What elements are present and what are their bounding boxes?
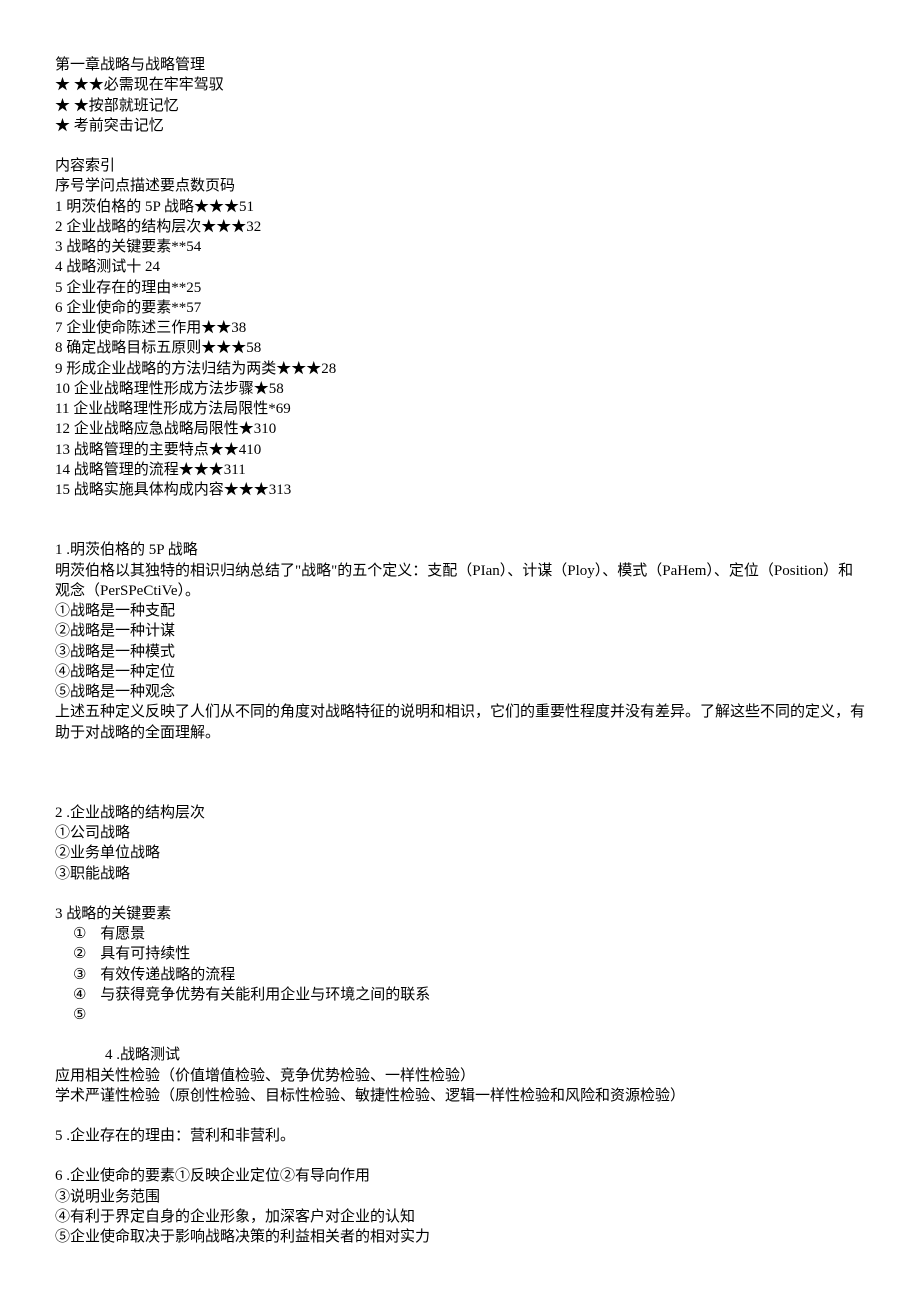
- section-1-title: 1 .明茨伯格的 5P 战略: [55, 540, 865, 560]
- index-row: 11 企业战略理性形成方法局限性*69: [55, 399, 865, 419]
- key-element: 有效传递战略的流程: [100, 965, 430, 985]
- legend-line: ★ ★★必需现在牢牢驾驭: [55, 75, 865, 95]
- section-1-item: ③战略是一种模式: [55, 642, 865, 662]
- section-6-line: ⑤企业使命取决于影响战略决策的利益相关者的相对实力: [55, 1227, 865, 1247]
- circled-number: ⑤: [73, 1005, 86, 1025]
- index-row: 3 战略的关键要素**54: [55, 237, 865, 257]
- section-2-title: 2 .企业战略的结构层次: [55, 803, 865, 823]
- index-header-row: 序号学问点描述要点数页码: [55, 176, 865, 196]
- section-5-line: 5 .企业存在的理由：营利和非营利。: [55, 1126, 865, 1146]
- index-row: 10 企业战略理性形成方法步骤★58: [55, 379, 865, 399]
- section-1-item: ①战略是一种支配: [55, 601, 865, 621]
- section-4-line: 应用相关性检验（价值增值检验、竞争优势检验、一样性检验）: [55, 1066, 865, 1086]
- circled-number: ①: [73, 924, 86, 944]
- index-row: 2 企业战略的结构层次★★★32: [55, 217, 865, 237]
- section-1-item: ②战略是一种计谋: [55, 621, 865, 641]
- index-row: 14 战略管理的流程★★★311: [55, 460, 865, 480]
- index-row: 12 企业战略应急战略局限性★310: [55, 419, 865, 439]
- index-row: 15 战略实施具体构成内容★★★313: [55, 480, 865, 500]
- key-element: 与获得竞争优势有关能利用企业与环境之间的联系: [100, 985, 430, 1005]
- index-row: 1 明茨伯格的 5P 战略★★★51: [55, 197, 865, 217]
- key-element: 有愿景: [100, 924, 430, 944]
- section-6-line: ③说明业务范围: [55, 1187, 865, 1207]
- index-heading: 内容索引: [55, 156, 865, 176]
- section-6-line: 6 .企业使命的要素①反映企业定位②有导向作用: [55, 1166, 865, 1186]
- section-1-intro: 明茨伯格以其独特的相识归纳总结了"战略"的五个定义：支配（PIan）、计谋（Pl…: [55, 561, 865, 602]
- section-2-item: ②业务单位战略: [55, 843, 865, 863]
- index-row: 4 战略测试十 24: [55, 257, 865, 277]
- index-row: 5 企业存在的理由**25: [55, 278, 865, 298]
- index-row: 13 战略管理的主要特点★★410: [55, 440, 865, 460]
- circled-number: ④: [73, 985, 86, 1005]
- chapter-title: 第一章战略与战略管理: [55, 55, 865, 75]
- section-1-item: ⑤战略是一种观念: [55, 682, 865, 702]
- legend-line: ★ 考前突击记忆: [55, 116, 865, 136]
- circled-number-column: ① ② ③ ④ ⑤: [73, 924, 86, 1025]
- circled-number: ③: [73, 965, 86, 985]
- section-6-line: ④有利于界定自身的企业形象，加深客户对企业的认知: [55, 1207, 865, 1227]
- section-4-title: 4 .战略测试: [105, 1045, 865, 1065]
- index-row: 9 形成企业战略的方法归结为两类★★★28: [55, 359, 865, 379]
- index-row: 8 确定战略目标五原则★★★58: [55, 338, 865, 358]
- document-page: 第一章战略与战略管理 ★ ★★必需现在牢牢驾驭 ★ ★按部就班记忆 ★ 考前突击…: [0, 0, 920, 1301]
- key-elements-column: 有愿景 具有可持续性 有效传递战略的流程 与获得竞争优势有关能利用企业与环境之间…: [100, 924, 430, 1005]
- circled-number: ②: [73, 944, 86, 964]
- legend-line: ★ ★按部就班记忆: [55, 96, 865, 116]
- section-2-item: ③职能战略: [55, 864, 865, 884]
- section-2-item: ①公司战略: [55, 823, 865, 843]
- index-row: 6 企业使命的要素**57: [55, 298, 865, 318]
- section-3-title: 3 战略的关键要素: [55, 904, 865, 924]
- section-1-summary: 上述五种定义反映了人们从不同的角度对战略特征的说明和相识，它们的重要性程度并没有…: [55, 702, 865, 743]
- index-row: 7 企业使命陈述三作用★★38: [55, 318, 865, 338]
- section-4-line: 学术严谨性检验（原创性检验、目标性检验、敏捷性检验、逻辑一样性检验和风险和资源检…: [55, 1086, 865, 1106]
- section-1-item: ④战略是一种定位: [55, 662, 865, 682]
- key-element: 具有可持续性: [100, 944, 430, 964]
